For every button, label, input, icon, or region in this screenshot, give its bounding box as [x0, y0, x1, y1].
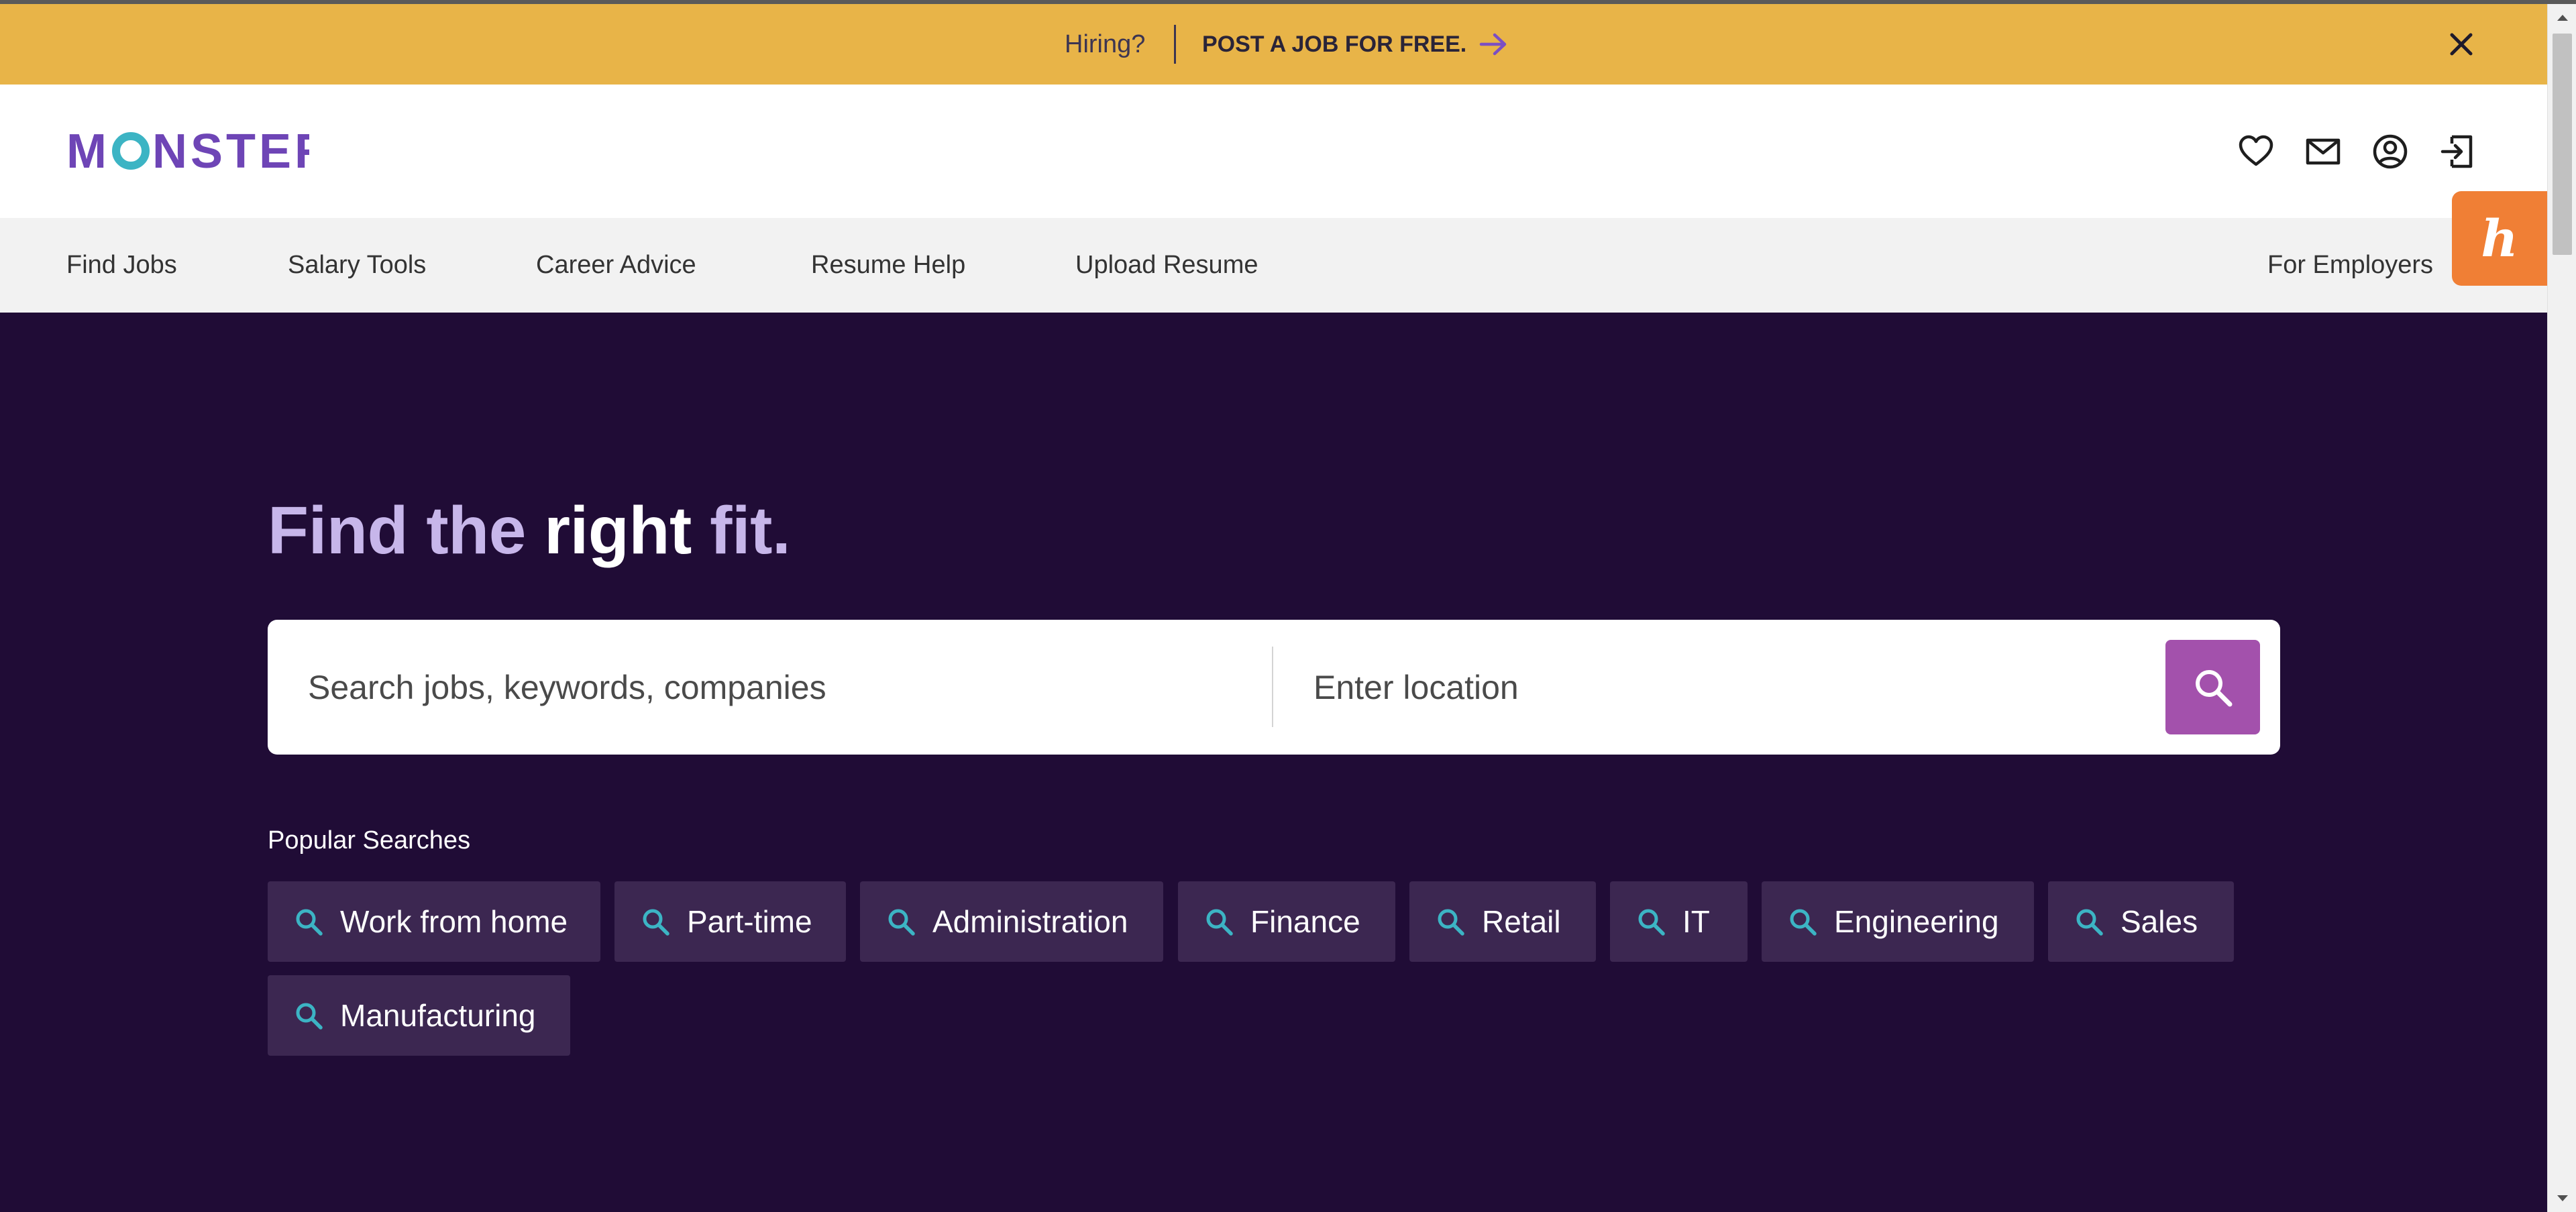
chip-label: Engineering	[1834, 904, 1999, 939]
scroll-up-arrow[interactable]	[2548, 4, 2576, 31]
chip-label: Retail	[1482, 904, 1561, 939]
nav-upload-resume[interactable]: Upload Resume	[1075, 218, 1258, 313]
keyword-search-input[interactable]	[308, 620, 1247, 755]
search-icon	[2076, 909, 2103, 936]
popular-search-chip[interactable]: Work from home	[268, 881, 600, 962]
chip-label: Part-time	[687, 904, 812, 939]
nav-resume-help[interactable]: Resume Help	[811, 218, 965, 313]
search-icon	[296, 909, 323, 936]
honey-icon: h	[2481, 208, 2518, 268]
close-icon[interactable]	[2445, 28, 2477, 60]
popular-search-chip[interactable]: Sales	[2048, 881, 2234, 962]
title-part-right: right	[544, 493, 692, 568]
search-icon	[1206, 909, 1233, 936]
mail-icon[interactable]	[2304, 133, 2342, 170]
popular-search-chip[interactable]: Engineering	[1762, 881, 2034, 962]
hero-title: Find the right fit.	[268, 492, 791, 569]
popular-search-chip[interactable]: Retail	[1409, 881, 1596, 962]
window-edge	[0, 0, 2576, 4]
chip-label: Administration	[932, 904, 1128, 939]
search-icon	[1438, 909, 1464, 936]
main-nav: Find Jobs Salary Tools Career Advice Res…	[0, 218, 2547, 313]
post-job-label: POST A JOB FOR FREE.	[1202, 31, 1467, 57]
nav-salary-tools[interactable]: Salary Tools	[288, 218, 426, 313]
popular-searches-label: Popular Searches	[268, 826, 471, 855]
search-icon	[1790, 909, 1817, 936]
job-search-form	[268, 620, 2280, 755]
page-viewport: Hiring? POST A JOB FOR FREE. M NSTER	[0, 0, 2547, 1212]
post-job-link[interactable]: POST A JOB FOR FREE.	[1202, 4, 1509, 85]
search-divider	[1272, 647, 1273, 727]
site-header: M NSTER	[0, 85, 2547, 218]
svg-text:M: M	[66, 126, 109, 173]
monster-logo[interactable]: M NSTER	[66, 126, 309, 173]
sign-in-icon[interactable]	[2438, 133, 2476, 170]
heart-icon[interactable]	[2237, 133, 2275, 170]
chip-label: IT	[1682, 904, 1710, 939]
search-icon	[643, 909, 669, 936]
location-input[interactable]	[1313, 620, 2139, 755]
popular-search-chip[interactable]: Finance	[1178, 881, 1395, 962]
title-part-fit: fit.	[691, 493, 791, 568]
scroll-down-arrow[interactable]	[2548, 1185, 2576, 1212]
scroll-thumb[interactable]	[2553, 34, 2572, 255]
search-icon	[888, 909, 915, 936]
hiring-banner: Hiring? POST A JOB FOR FREE.	[0, 4, 2547, 85]
title-part-find-the: Find the	[268, 493, 545, 568]
header-icons	[2237, 133, 2476, 170]
search-icon	[296, 1003, 323, 1030]
search-icon	[2195, 669, 2232, 706]
popular-search-chip[interactable]: Part-time	[614, 881, 846, 962]
arrow-right-icon	[1479, 33, 1507, 56]
page-scrollbar[interactable]	[2547, 4, 2576, 1212]
popular-search-chip[interactable]: Administration	[860, 881, 1163, 962]
chip-label: Sales	[2121, 904, 2198, 939]
search-icon	[1638, 909, 1665, 936]
chip-label: Work from home	[340, 904, 568, 939]
banner-divider	[1174, 25, 1176, 64]
nav-find-jobs[interactable]: Find Jobs	[66, 218, 177, 313]
account-icon[interactable]	[2371, 133, 2409, 170]
search-button[interactable]	[2165, 640, 2260, 734]
hero-section: Find the right fit. Popular Searches Wor…	[0, 313, 2547, 1212]
nav-for-employers[interactable]: For Employers	[2267, 218, 2433, 313]
popular-search-chip[interactable]: IT	[1610, 881, 1748, 962]
nav-career-advice[interactable]: Career Advice	[536, 218, 696, 313]
chip-label: Finance	[1250, 904, 1360, 939]
hiring-text: Hiring?	[1065, 30, 1146, 58]
svg-text:NSTER: NSTER	[152, 126, 309, 173]
honey-extension-button[interactable]: h	[2452, 191, 2547, 286]
chip-label: Manufacturing	[340, 998, 536, 1033]
popular-search-chip[interactable]: Manufacturing	[268, 975, 570, 1056]
